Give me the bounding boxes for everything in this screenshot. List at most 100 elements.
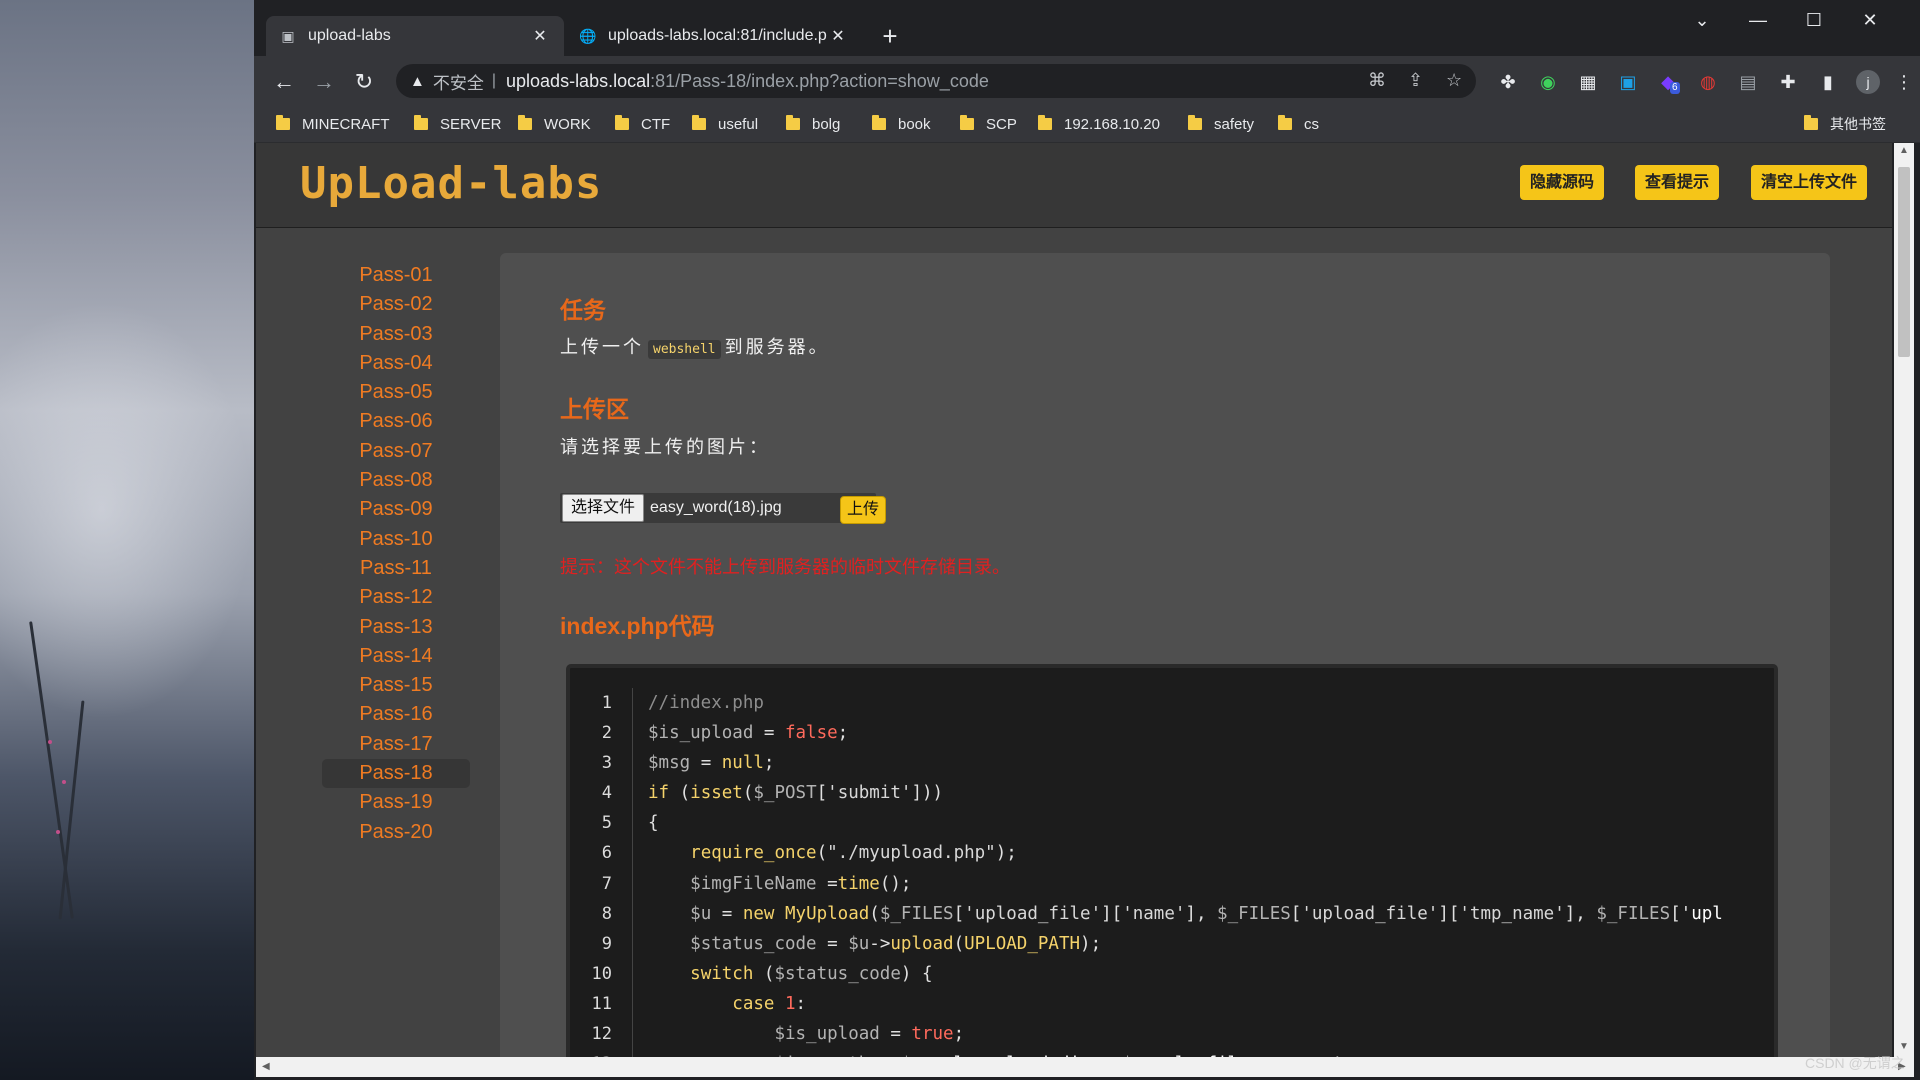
sidebar-item-pass-03[interactable]: Pass-03 bbox=[322, 320, 470, 349]
tab-include[interactable]: 🌐 uploads-labs.local:81/include.p ✕ bbox=[566, 16, 862, 56]
bookmark-label: useful bbox=[718, 115, 759, 133]
avatar[interactable]: j bbox=[1856, 70, 1880, 94]
side-panel-icon[interactable]: ▮ bbox=[1816, 70, 1840, 94]
wallpaper-mist bbox=[0, 300, 254, 720]
line-number: 11 bbox=[591, 993, 612, 1014]
bookmark-folder[interactable]: book bbox=[872, 112, 931, 136]
back-button[interactable]: ← bbox=[268, 66, 300, 98]
bookmark-folder[interactable]: SERVER bbox=[414, 112, 501, 136]
sidebar-item-pass-12[interactable]: Pass-12 bbox=[322, 583, 470, 612]
other-bookmarks[interactable]: 其他书签 bbox=[1804, 112, 1886, 136]
sidebar-item-pass-13[interactable]: Pass-13 bbox=[322, 613, 470, 642]
sidebar-item-pass-20[interactable]: Pass-20 bbox=[322, 818, 470, 847]
bookmark-label: book bbox=[898, 115, 931, 133]
folder-icon bbox=[1804, 115, 1818, 130]
line-number: 13 bbox=[570, 1049, 632, 1057]
clear-uploads-button[interactable]: 清空上传文件 bbox=[1751, 165, 1868, 200]
bookmark-folder[interactable]: safety bbox=[1188, 112, 1254, 136]
close-icon[interactable]: ✕ bbox=[530, 26, 550, 46]
file-input[interactable]: 选择文件 easy_word(18).jpg bbox=[560, 493, 876, 523]
code-line: //index.php bbox=[648, 693, 764, 713]
insecure-label[interactable]: 不安全 bbox=[433, 69, 484, 94]
line-number: 7 bbox=[601, 873, 612, 894]
choose-file-button[interactable]: 选择文件 bbox=[562, 494, 645, 522]
sidebar-item-pass-17[interactable]: Pass-17 bbox=[322, 730, 470, 759]
bookmark-label: SERVER bbox=[440, 115, 502, 133]
show-hint-button[interactable]: 查看提示 bbox=[1635, 165, 1720, 200]
sidebar-item-pass-09[interactable]: Pass-09 bbox=[322, 495, 470, 524]
site-logo[interactable]: UpLoad-labs bbox=[300, 158, 602, 209]
line-number: 5 bbox=[601, 813, 612, 834]
bookmark-folder[interactable]: MINECRAFT bbox=[276, 112, 390, 136]
code-line: $msg = null; bbox=[648, 753, 775, 774]
extension-icon[interactable]: ▣ bbox=[1616, 70, 1640, 94]
scroll-down-arrow[interactable]: ▼ bbox=[1899, 1041, 1909, 1052]
folder-icon bbox=[786, 115, 800, 130]
maximize-button[interactable]: ☐ bbox=[1786, 0, 1842, 40]
sidebar-item-pass-19[interactable]: Pass-19 bbox=[322, 788, 470, 817]
sidebar-item-pass-08[interactable]: Pass-08 bbox=[322, 466, 470, 495]
star-icon[interactable]: ☆ bbox=[1446, 70, 1462, 91]
line-numbers: 1 2 3 4 5 6 7 8 9 10 11 12 13 bbox=[570, 688, 633, 1057]
share-icon[interactable]: ⇪ bbox=[1408, 70, 1423, 91]
scroll-up-arrow[interactable]: ▲ bbox=[1899, 145, 1909, 156]
code-line: $img_path = $u->cls_upload_dir . $u->cls… bbox=[648, 1049, 1723, 1057]
horizontal-scrollbar[interactable]: ◀ ▶ bbox=[256, 1057, 1914, 1077]
close-icon[interactable]: ✕ bbox=[828, 26, 848, 46]
upload-heading: 上传区 bbox=[560, 396, 629, 422]
bookmark-folder[interactable]: bolg bbox=[786, 112, 840, 136]
folder-icon bbox=[1188, 115, 1202, 130]
folder-icon bbox=[414, 115, 428, 130]
warning-icon[interactable]: ▲ bbox=[410, 73, 425, 90]
translate-icon[interactable]: ⌘ bbox=[1368, 70, 1386, 91]
extension-icon[interactable]: ◍ bbox=[1696, 70, 1720, 94]
sidebar-item-pass-05[interactable]: Pass-05 bbox=[322, 378, 470, 407]
close-window-button[interactable]: ✕ bbox=[1842, 0, 1898, 40]
address-path: :81/Pass-18/index.php?action=show_code bbox=[650, 70, 989, 91]
sidebar-item-pass-14[interactable]: Pass-14 bbox=[322, 642, 470, 671]
bookmark-folder[interactable]: useful bbox=[692, 112, 758, 136]
sidebar-item-pass-15[interactable]: Pass-15 bbox=[322, 671, 470, 700]
bookmark-folder[interactable]: WORK bbox=[518, 112, 591, 136]
scroll-left-arrow[interactable]: ◀ bbox=[262, 1061, 270, 1072]
bookmark-folder[interactable]: SCP bbox=[960, 112, 1017, 136]
desktop-wallpaper bbox=[0, 0, 254, 1080]
reload-button[interactable]: ↻ bbox=[348, 66, 380, 98]
upload-submit-button[interactable]: 上传 bbox=[840, 496, 887, 524]
extension-icon[interactable]: ◆ 6 bbox=[1656, 70, 1680, 94]
folder-icon bbox=[615, 115, 629, 130]
bookmark-folder[interactable]: CTF bbox=[615, 112, 670, 136]
reading-list-icon[interactable]: ▤ bbox=[1736, 70, 1760, 94]
bookmark-folder[interactable]: cs bbox=[1278, 112, 1319, 136]
new-tab-button[interactable]: + bbox=[874, 20, 906, 52]
forward-button[interactable]: → bbox=[308, 66, 340, 98]
extension-icon[interactable]: ◉ bbox=[1536, 70, 1560, 94]
sidebar-item-pass-02[interactable]: Pass-02 bbox=[322, 290, 470, 319]
qr-code-icon[interactable]: ▦ bbox=[1576, 70, 1600, 94]
minimize-button[interactable]: — bbox=[1730, 0, 1786, 40]
hide-source-button[interactable]: 隐藏源码 bbox=[1520, 165, 1605, 200]
vertical-scrollbar[interactable]: ▲ ▼ bbox=[1894, 143, 1914, 1057]
bookmark-folder[interactable]: 192.168.10.20 bbox=[1038, 112, 1160, 136]
sidebar-item-pass-04[interactable]: Pass-04 bbox=[322, 349, 470, 378]
code-line: if (isset($_POST['submit'])) bbox=[648, 783, 944, 804]
sidebar-item-pass-10[interactable]: Pass-10 bbox=[322, 525, 470, 554]
puzzle-icon[interactable]: ✚ bbox=[1776, 70, 1800, 94]
tab-search-button[interactable]: ⌄ bbox=[1674, 0, 1730, 40]
folder-icon bbox=[692, 115, 706, 130]
extension-icon[interactable]: ✤ bbox=[1496, 70, 1520, 94]
tab-upload-labs[interactable]: ▣ upload-labs ✕ bbox=[266, 16, 564, 56]
bookmark-label: bolg bbox=[812, 115, 841, 133]
sidebar-item-pass-06[interactable]: Pass-06 bbox=[322, 407, 470, 436]
scroll-thumb[interactable] bbox=[1898, 167, 1910, 357]
code-line: require_once("./myupload.php"); bbox=[690, 843, 1017, 864]
sidebar-item-pass-01[interactable]: Pass-01 bbox=[322, 261, 470, 290]
sidebar-item-pass-18[interactable]: Pass-18 bbox=[322, 759, 470, 789]
menu-icon[interactable]: ⋮ bbox=[1892, 70, 1916, 94]
folder-icon bbox=[1278, 115, 1292, 130]
sidebar-item-pass-11[interactable]: Pass-11 bbox=[322, 554, 470, 583]
sidebar-item-pass-07[interactable]: Pass-07 bbox=[322, 437, 470, 466]
address-bar[interactable]: ▲ 不安全 | uploads-labs.local :81/Pass-18/i… bbox=[396, 64, 1476, 98]
code-block[interactable]: 1 2 3 4 5 6 7 8 9 10 11 12 13 //index.ph… bbox=[566, 664, 1778, 1057]
sidebar-item-pass-16[interactable]: Pass-16 bbox=[322, 700, 470, 729]
